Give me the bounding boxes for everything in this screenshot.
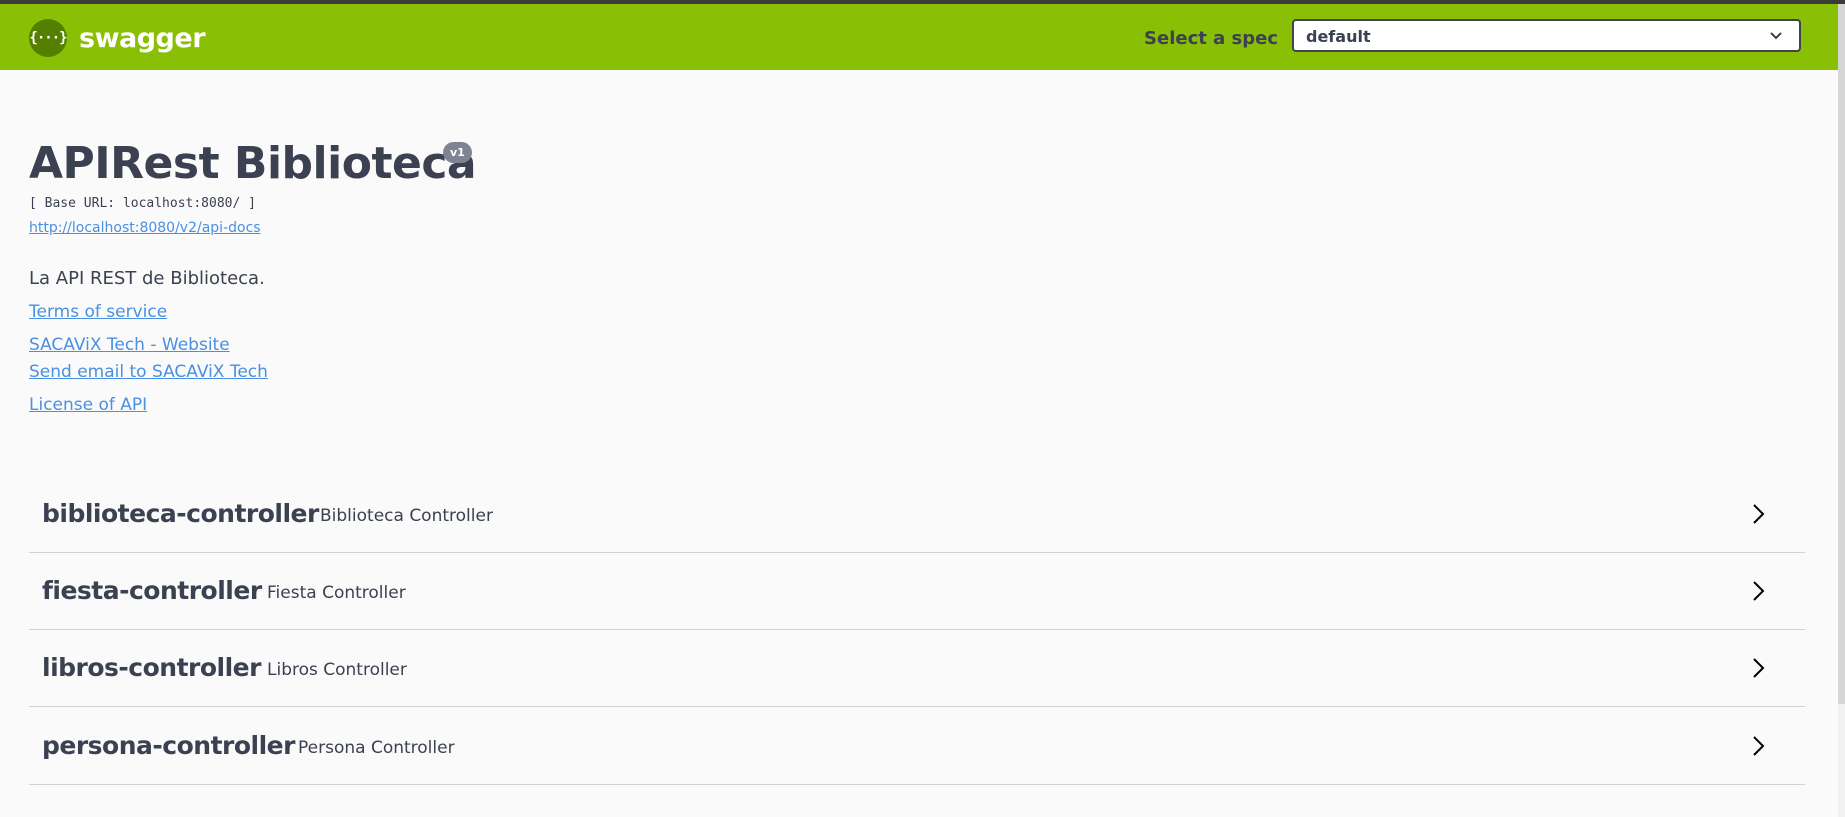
logo-glyph: {···}	[29, 30, 67, 46]
chevron-right-icon[interactable]	[1747, 501, 1769, 527]
api-title: APIRest Biblioteca	[29, 138, 477, 189]
swagger-logo-icon: {···}	[29, 19, 68, 57]
api-docs-link[interactable]: http://localhost:8080/v2/api-docs	[29, 220, 261, 236]
tag-section-libros[interactable]: libros-controller Libros Controller	[29, 630, 1805, 707]
tag-description: Biblioteca Controller	[320, 506, 493, 526]
spec-select-value: default	[1306, 27, 1371, 46]
tag-description: Libros Controller	[267, 660, 407, 680]
topbar: {···} swagger Select a spec default	[0, 4, 1845, 70]
tag-name: biblioteca-controller	[42, 499, 319, 528]
license-link[interactable]: License of API	[29, 395, 147, 415]
chevron-right-icon[interactable]	[1747, 733, 1769, 759]
chevron-right-icon[interactable]	[1747, 655, 1769, 681]
chevron-down-icon	[1770, 32, 1782, 40]
tag-name: libros-controller	[42, 653, 261, 682]
tag-description: Fiesta Controller	[267, 583, 406, 603]
tag-description: Persona Controller	[298, 738, 455, 758]
api-description: La API REST de Biblioteca.	[29, 268, 265, 289]
terms-of-service-link[interactable]: Terms of service	[29, 302, 167, 322]
spec-select-label: Select a spec	[1144, 28, 1278, 49]
tag-name: fiesta-controller	[42, 576, 262, 605]
scrollbar-thumb[interactable]	[1838, 4, 1845, 704]
email-link[interactable]: Send email to SACAViX Tech	[29, 362, 268, 382]
tag-section-biblioteca[interactable]: biblioteca-controller Biblioteca Control…	[29, 476, 1805, 553]
website-link[interactable]: SACAViX Tech - Website	[29, 335, 230, 355]
version-badge: v1	[443, 142, 472, 163]
tag-section-persona[interactable]: persona-controller Persona Controller	[29, 708, 1805, 785]
base-url: [ Base URL: localhost:8080/ ]	[29, 196, 256, 211]
swagger-logo[interactable]: {···} swagger	[29, 19, 206, 57]
tag-name: persona-controller	[42, 731, 295, 760]
tag-section-fiesta[interactable]: fiesta-controller Fiesta Controller	[29, 553, 1805, 630]
logo-text: swagger	[79, 22, 206, 54]
page-scrollbar[interactable]	[1838, 4, 1845, 817]
chevron-right-icon[interactable]	[1747, 578, 1769, 604]
spec-select[interactable]: default	[1292, 19, 1801, 52]
